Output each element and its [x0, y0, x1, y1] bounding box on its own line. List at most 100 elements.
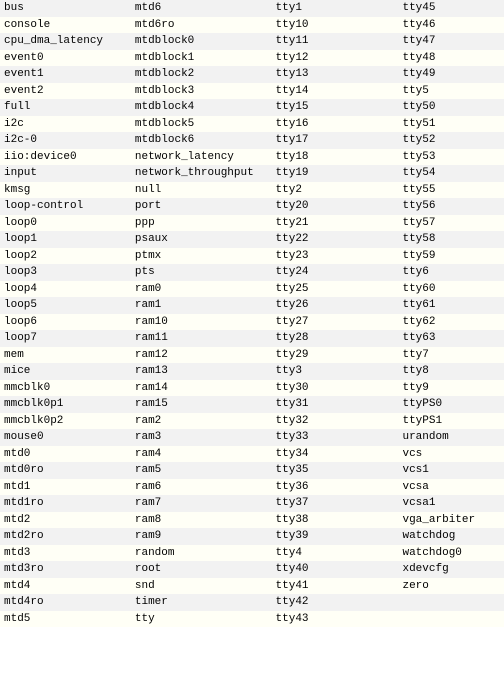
file-entry: network_latency — [131, 149, 272, 166]
file-entry: loop4 — [0, 281, 131, 298]
file-entry: tty7 — [398, 347, 504, 364]
file-entry: tty30 — [272, 380, 399, 397]
file-entry: tty56 — [398, 198, 504, 215]
file-entry: full — [0, 99, 131, 116]
file-entry: tty21 — [272, 215, 399, 232]
listing-row: mtd3randomtty4watchdog0 — [0, 545, 504, 562]
file-entry: tty42 — [272, 594, 399, 611]
file-entry — [398, 594, 504, 611]
file-entry: tty25 — [272, 281, 399, 298]
listing-row: mouse0ram3tty33urandom — [0, 429, 504, 446]
file-entry: mtdblock0 — [131, 33, 272, 50]
file-entry: tty49 — [398, 66, 504, 83]
file-entry: mice — [0, 363, 131, 380]
listing-row: loop-controlporttty20tty56 — [0, 198, 504, 215]
file-entry: loop2 — [0, 248, 131, 265]
file-entry: tty41 — [272, 578, 399, 595]
listing-row: loop2ptmxtty23tty59 — [0, 248, 504, 265]
file-entry: tty60 — [398, 281, 504, 298]
file-entry: tty18 — [272, 149, 399, 166]
file-entry: port — [131, 198, 272, 215]
listing-row: mtd1roram7tty37vcsa1 — [0, 495, 504, 512]
listing-row: mtd0ram4tty34vcs — [0, 446, 504, 463]
file-entry: tty24 — [272, 264, 399, 281]
listing-row: busmtd6tty1tty45 — [0, 0, 504, 17]
file-entry: tty40 — [272, 561, 399, 578]
file-entry: cpu_dma_latency — [0, 33, 131, 50]
file-entry: tty5 — [398, 83, 504, 100]
file-entry: ram9 — [131, 528, 272, 545]
file-entry: tty3 — [272, 363, 399, 380]
file-entry: tty45 — [398, 0, 504, 17]
file-entry: tty63 — [398, 330, 504, 347]
file-entry: mouse0 — [0, 429, 131, 446]
listing-row: event2mtdblock3tty14tty5 — [0, 83, 504, 100]
file-entry: kmsg — [0, 182, 131, 199]
file-entry: ram10 — [131, 314, 272, 331]
listing-row: loop4ram0tty25tty60 — [0, 281, 504, 298]
file-entry: tty58 — [398, 231, 504, 248]
file-entry: mtd0 — [0, 446, 131, 463]
file-entry: zero — [398, 578, 504, 595]
file-entry: mtd3 — [0, 545, 131, 562]
file-entry: ram3 — [131, 429, 272, 446]
file-entry: mtd2 — [0, 512, 131, 529]
listing-row: fullmtdblock4tty15tty50 — [0, 99, 504, 116]
file-entry: tty27 — [272, 314, 399, 331]
listing-row: consolemtd6rotty10tty46 — [0, 17, 504, 34]
file-entry: event2 — [0, 83, 131, 100]
file-entry: tty13 — [272, 66, 399, 83]
file-entry: mtd5 — [0, 611, 131, 628]
file-entry: loop6 — [0, 314, 131, 331]
file-entry: tty14 — [272, 83, 399, 100]
file-entry: tty28 — [272, 330, 399, 347]
file-entry: null — [131, 182, 272, 199]
listing-row: mtd1ram6tty36vcsa — [0, 479, 504, 496]
file-entry: tty33 — [272, 429, 399, 446]
file-entry: tty46 — [398, 17, 504, 34]
listing-row: miceram13tty3tty8 — [0, 363, 504, 380]
file-entry: mmcblk0p1 — [0, 396, 131, 413]
file-entry: tty35 — [272, 462, 399, 479]
file-entry: ram8 — [131, 512, 272, 529]
file-entry: vcsa1 — [398, 495, 504, 512]
listing-row: mtd2roram9tty39watchdog — [0, 528, 504, 545]
file-entry: tty26 — [272, 297, 399, 314]
file-entry: event1 — [0, 66, 131, 83]
file-entry: mmcblk0p2 — [0, 413, 131, 430]
file-entry: mtdblock2 — [131, 66, 272, 83]
file-entry: i2c-0 — [0, 132, 131, 149]
file-entry: tty48 — [398, 50, 504, 67]
file-entry: tty11 — [272, 33, 399, 50]
listing-row: loop1psauxtty22tty58 — [0, 231, 504, 248]
file-entry: vcs — [398, 446, 504, 463]
file-entry: mtdblock6 — [131, 132, 272, 149]
file-entry: mtd6ro — [131, 17, 272, 34]
listing-row: mtd4sndtty41zero — [0, 578, 504, 595]
file-entry: root — [131, 561, 272, 578]
file-entry: loop1 — [0, 231, 131, 248]
file-entry: mtd3ro — [0, 561, 131, 578]
file-entry: tty52 — [398, 132, 504, 149]
listing-row: mtd0roram5tty35vcs1 — [0, 462, 504, 479]
listing-row: mmcblk0p2ram2tty32ttyPS1 — [0, 413, 504, 430]
file-entry: tty23 — [272, 248, 399, 265]
file-entry: mtd0ro — [0, 462, 131, 479]
file-entry: tty10 — [272, 17, 399, 34]
file-entry: tty1 — [272, 0, 399, 17]
file-entry: event0 — [0, 50, 131, 67]
file-entry: loop7 — [0, 330, 131, 347]
file-entry: ppp — [131, 215, 272, 232]
file-entry: mmcblk0 — [0, 380, 131, 397]
file-entry: random — [131, 545, 272, 562]
file-entry: tty4 — [272, 545, 399, 562]
file-entry: tty38 — [272, 512, 399, 529]
file-entry: tty34 — [272, 446, 399, 463]
file-entry: tty20 — [272, 198, 399, 215]
listing-row: mtd3roroottty40xdevcfg — [0, 561, 504, 578]
file-entry: ram15 — [131, 396, 272, 413]
file-entry: tty17 — [272, 132, 399, 149]
file-entry: mtd6 — [131, 0, 272, 17]
file-entry: ptmx — [131, 248, 272, 265]
file-entry: bus — [0, 0, 131, 17]
